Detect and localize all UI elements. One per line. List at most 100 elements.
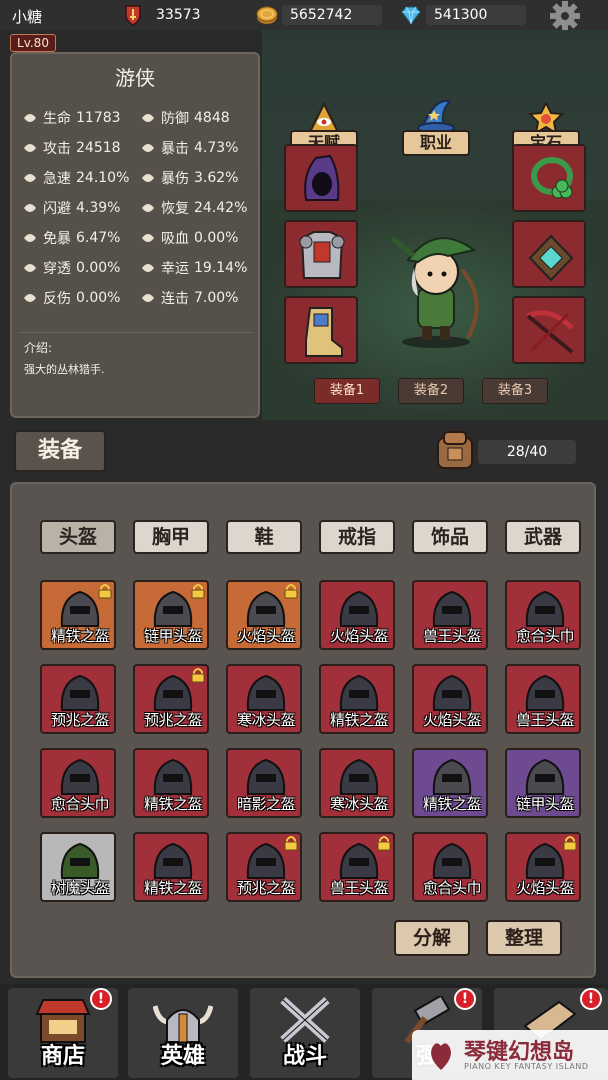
stat-row: 连击 7.00% — [140, 288, 238, 308]
inventory-item[interactable]: 兽王头盔 — [505, 664, 581, 734]
shadow-helmet-icon — [304, 154, 340, 201]
stat-label: 暴击 — [161, 141, 189, 157]
lock-icon — [191, 584, 205, 599]
helmet-icon — [339, 590, 379, 627]
helmet-icon — [60, 758, 100, 795]
tab-ring[interactable]: 戒指 — [319, 520, 395, 554]
stat-row: 闪避 4.39% — [22, 198, 120, 218]
inventory-item[interactable]: 链甲头盔 — [133, 580, 209, 650]
loadout-tab-1[interactable]: 装备1 — [314, 378, 380, 404]
inventory-item[interactable]: 愈合头巾 — [505, 580, 581, 650]
nav-hero-label: 英雄 — [160, 1044, 205, 1069]
item-name: 兽王头盔 — [422, 627, 482, 645]
tab-shoes[interactable]: 鞋 — [226, 520, 302, 554]
stat-value: 0.00% — [194, 230, 239, 246]
item-name: 精铁之盔 — [143, 879, 203, 897]
nav-shop[interactable]: 商店 ! — [8, 988, 118, 1078]
inventory-item[interactable]: 兽王头盔 — [412, 580, 488, 650]
inventory-item[interactable]: 精铁之盔 — [412, 748, 488, 818]
item-name: 预兆之盔 — [236, 879, 296, 897]
gem-value: 541300 — [426, 5, 526, 25]
stat-row: 恢复 24.42% — [140, 198, 247, 218]
stat-icon — [142, 174, 154, 182]
inventory-item[interactable]: 精铁之盔 — [40, 580, 116, 650]
slot-weapon[interactable] — [512, 296, 586, 364]
nav-battle[interactable]: 战斗 — [250, 988, 360, 1078]
decompose-button[interactable]: 分解 — [394, 920, 470, 956]
item-name: 精铁之盔 — [143, 795, 203, 813]
inventory-item[interactable]: 预兆之盔 — [40, 664, 116, 734]
stat-icon — [142, 264, 154, 272]
item-name: 寒冰头盔 — [329, 795, 389, 813]
item-name: 树魔头盔 — [50, 879, 110, 897]
slot-chest[interactable] — [284, 220, 358, 288]
tab-weapon[interactable]: 武器 — [505, 520, 581, 554]
stat-icon — [142, 204, 154, 212]
stat-row: 生命 11783 — [22, 108, 121, 128]
stat-row: 免暴 6.47% — [22, 228, 120, 248]
inventory-item[interactable]: 精铁之盔 — [133, 748, 209, 818]
lock-icon — [563, 836, 577, 851]
sort-button[interactable]: 整理 — [486, 920, 562, 956]
tab-chest[interactable]: 胸甲 — [133, 520, 209, 554]
amulet-icon — [528, 234, 574, 282]
inventory-item[interactable]: 愈合头巾 — [412, 832, 488, 902]
backpack-icon — [437, 431, 473, 469]
stat-icon — [24, 294, 36, 302]
stat-icon — [24, 114, 36, 122]
stat-value: 24518 — [76, 140, 121, 156]
tab-helmet[interactable]: 头盔 — [40, 520, 116, 554]
inventory-item[interactable]: 精铁之盔 — [319, 664, 395, 734]
gem-counter: 541300 — [400, 4, 526, 26]
slot-accessory[interactable] — [512, 220, 586, 288]
slot-ring[interactable] — [512, 144, 586, 212]
stat-icon — [24, 174, 36, 182]
inventory-item[interactable]: 链甲头盔 — [505, 748, 581, 818]
forge-alert-badge: ! — [454, 988, 476, 1010]
inventory-item[interactable]: 暗影之盔 — [226, 748, 302, 818]
helmet-icon — [153, 758, 193, 795]
stat-icon — [24, 144, 36, 152]
inventory-item[interactable]: 兽王头盔 — [319, 832, 395, 902]
helmet-icon — [432, 674, 472, 711]
helmet-icon — [60, 590, 100, 627]
helmet-icon — [153, 674, 193, 711]
inventory-item[interactable]: 精铁之盔 — [133, 832, 209, 902]
stat-label: 攻击 — [43, 141, 71, 157]
item-name: 兽王头盔 — [329, 879, 389, 897]
stat-label: 幸运 — [161, 261, 189, 277]
equipment-tab[interactable]: 装备 — [14, 430, 106, 472]
nav-hero[interactable]: 英雄 — [128, 988, 238, 1078]
watermark-logo-icon — [431, 1043, 451, 1070]
settings-gear-icon[interactable] — [548, 0, 582, 32]
job-button[interactable]: 职业 — [400, 100, 472, 162]
inventory-item[interactable]: 火焰头盔 — [226, 580, 302, 650]
inventory-item[interactable]: 寒冰头盔 — [226, 664, 302, 734]
item-name: 火焰头盔 — [329, 627, 389, 645]
loadout-tab-3[interactable]: 装备3 — [482, 378, 548, 404]
inventory-item[interactable]: 树魔头盔 — [40, 832, 116, 902]
combat-power-value: 33573 — [156, 7, 201, 23]
inventory-item[interactable]: 火焰头盔 — [505, 832, 581, 902]
nav-shop-label: 商店 — [40, 1044, 85, 1069]
combat-power: 33573 — [122, 4, 209, 26]
stat-value: 11783 — [76, 110, 121, 126]
crossbow-icon — [526, 310, 574, 354]
inventory-item[interactable]: 火焰头盔 — [412, 664, 488, 734]
loadout-tab-2[interactable]: 装备2 — [398, 378, 464, 404]
watermark: 琴键幻想岛 PIANO KEY FANTASY ISLAND — [412, 1030, 608, 1080]
helmet-icon — [525, 674, 565, 711]
slot-helmet[interactable] — [284, 144, 358, 212]
tab-accessory[interactable]: 饰品 — [412, 520, 488, 554]
helmet-icon — [432, 590, 472, 627]
stat-value: 6.47% — [76, 230, 121, 246]
inventory-item[interactable]: 预兆之盔 — [226, 832, 302, 902]
slot-boots[interactable] — [284, 296, 358, 364]
stat-icon — [24, 234, 36, 242]
inventory-item[interactable]: 预兆之盔 — [133, 664, 209, 734]
inventory-item[interactable]: 愈合头巾 — [40, 748, 116, 818]
lock-icon — [284, 584, 298, 599]
stat-label: 急速 — [43, 171, 71, 187]
inventory-item[interactable]: 寒冰头盔 — [319, 748, 395, 818]
inventory-item[interactable]: 火焰头盔 — [319, 580, 395, 650]
